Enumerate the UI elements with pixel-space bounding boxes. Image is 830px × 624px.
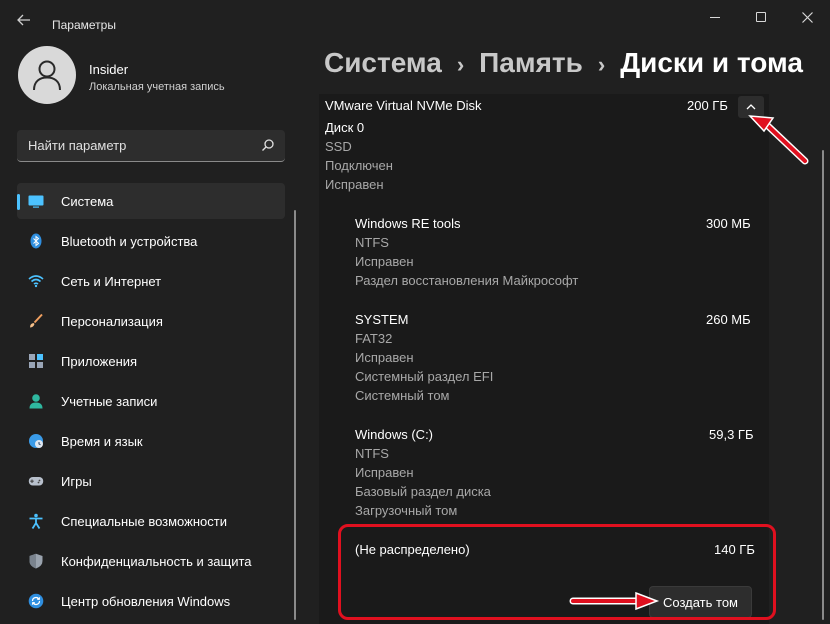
partition-filesystem: NTFS bbox=[355, 446, 389, 461]
sidebar-item-label: Конфиденциальность и защита bbox=[61, 554, 252, 569]
maximize-icon bbox=[756, 12, 766, 22]
globe-clock-icon bbox=[28, 433, 44, 449]
highlight-annotation bbox=[338, 524, 776, 620]
disk-size: 200 ГБ bbox=[687, 98, 728, 113]
partition-status: Исправен bbox=[355, 350, 414, 365]
chevron-right-icon: › bbox=[598, 52, 605, 78]
sidebar-scrollbar[interactable] bbox=[294, 210, 296, 620]
title-bar: Параметры bbox=[0, 0, 830, 36]
sidebar-item-label: Время и язык bbox=[61, 434, 143, 449]
close-button[interactable] bbox=[784, 0, 830, 34]
sidebar-item-accounts[interactable]: Учетные записи bbox=[17, 383, 285, 419]
sidebar-item-accessibility[interactable]: Специальные возможности bbox=[17, 503, 285, 539]
disk-name: VMware Virtual NVMe Disk bbox=[325, 98, 482, 113]
accessibility-icon bbox=[28, 513, 44, 529]
sidebar-item-label: Персонализация bbox=[61, 314, 163, 329]
disk-number: Диск 0 bbox=[325, 120, 364, 135]
minimize-icon bbox=[710, 17, 720, 18]
brush-icon bbox=[28, 313, 44, 329]
sidebar-item-privacy[interactable]: Конфиденциальность и защита bbox=[17, 543, 285, 579]
update-icon bbox=[28, 593, 44, 609]
partition-role: Загрузочный том bbox=[355, 503, 457, 518]
partition-size: 260 МБ bbox=[706, 312, 751, 327]
disk-health-status: Исправен bbox=[325, 177, 384, 192]
sidebar-item-label: Учетные записи bbox=[61, 394, 157, 409]
partition-name: SYSTEM bbox=[355, 312, 408, 327]
sidebar-item-label: Сеть и Интернет bbox=[61, 274, 161, 289]
selection-indicator bbox=[17, 194, 20, 210]
breadcrumb-storage[interactable]: Память bbox=[479, 47, 583, 79]
collapse-button[interactable] bbox=[738, 96, 764, 118]
sidebar-item-label: Bluetooth и устройства bbox=[61, 234, 197, 249]
sidebar-item-network[interactable]: Сеть и Интернет bbox=[17, 263, 285, 299]
search-icon[interactable] bbox=[261, 138, 275, 152]
apps-icon bbox=[28, 353, 44, 369]
avatar[interactable] bbox=[18, 46, 76, 104]
sidebar-item-system[interactable]: Система bbox=[17, 183, 285, 219]
page-title: Диски и тома bbox=[620, 47, 803, 79]
sidebar-item-apps[interactable]: Приложения bbox=[17, 343, 285, 379]
content-scrollbar[interactable] bbox=[822, 150, 824, 620]
search-box[interactable] bbox=[17, 130, 285, 162]
partition-type: Системный раздел EFI bbox=[355, 369, 493, 384]
system-display-icon bbox=[28, 193, 44, 209]
sidebar-item-label: Приложения bbox=[61, 354, 137, 369]
partition-type: Базовый раздел диска bbox=[355, 484, 491, 499]
sidebar-item-label: Специальные возможности bbox=[61, 514, 227, 529]
disk-type: SSD bbox=[325, 139, 352, 154]
sidebar-item-label: Игры bbox=[61, 474, 92, 489]
partition-status: Исправен bbox=[355, 254, 414, 269]
sidebar-item-personalization[interactable]: Персонализация bbox=[17, 303, 285, 339]
chevron-right-icon: › bbox=[457, 52, 464, 78]
partition-status: Исправен bbox=[355, 465, 414, 480]
sidebar-item-windows-update[interactable]: Центр обновления Windows bbox=[17, 583, 285, 619]
wifi-icon bbox=[28, 273, 44, 289]
sidebar-nav: Система Bluetooth и устройства Сеть и Ин… bbox=[17, 183, 285, 623]
partition-name: Windows (C:) bbox=[355, 427, 433, 442]
breadcrumb-system[interactable]: Система bbox=[324, 47, 442, 79]
app-title: Параметры bbox=[52, 18, 116, 32]
chevron-up-icon bbox=[746, 104, 756, 110]
close-icon bbox=[802, 12, 813, 23]
partition-role: Системный том bbox=[355, 388, 450, 403]
sidebar-item-gaming[interactable]: Игры bbox=[17, 463, 285, 499]
disk-connection-status: Подключен bbox=[325, 158, 393, 173]
shield-icon bbox=[28, 553, 44, 569]
minimize-button[interactable] bbox=[692, 0, 738, 34]
user-icon bbox=[32, 59, 62, 91]
breadcrumb: Система › Память › Диски и тома bbox=[324, 47, 803, 79]
arrow-left-icon bbox=[17, 14, 31, 26]
partition-size: 300 МБ bbox=[706, 216, 751, 231]
account-icon bbox=[28, 393, 44, 409]
sidebar-item-label: Система bbox=[61, 194, 113, 209]
partition-size: 59,3 ГБ bbox=[709, 427, 753, 442]
gamepad-icon bbox=[28, 473, 44, 489]
search-input[interactable] bbox=[17, 130, 247, 161]
back-button[interactable] bbox=[8, 8, 40, 32]
maximize-button[interactable] bbox=[738, 0, 784, 34]
user-name: Insider bbox=[89, 62, 128, 77]
partition-filesystem: FAT32 bbox=[355, 331, 392, 346]
sidebar-item-bluetooth[interactable]: Bluetooth и устройства bbox=[17, 223, 285, 259]
sidebar-item-label: Центр обновления Windows bbox=[61, 594, 230, 609]
bluetooth-icon bbox=[28, 233, 44, 249]
partition-filesystem: NTFS bbox=[355, 235, 389, 250]
partition-name: Windows RE tools bbox=[355, 216, 460, 231]
partition-type: Раздел восстановления Майкрософт bbox=[355, 273, 578, 288]
sidebar-item-time-language[interactable]: Время и язык bbox=[17, 423, 285, 459]
account-type: Локальная учетная запись bbox=[89, 81, 225, 93]
